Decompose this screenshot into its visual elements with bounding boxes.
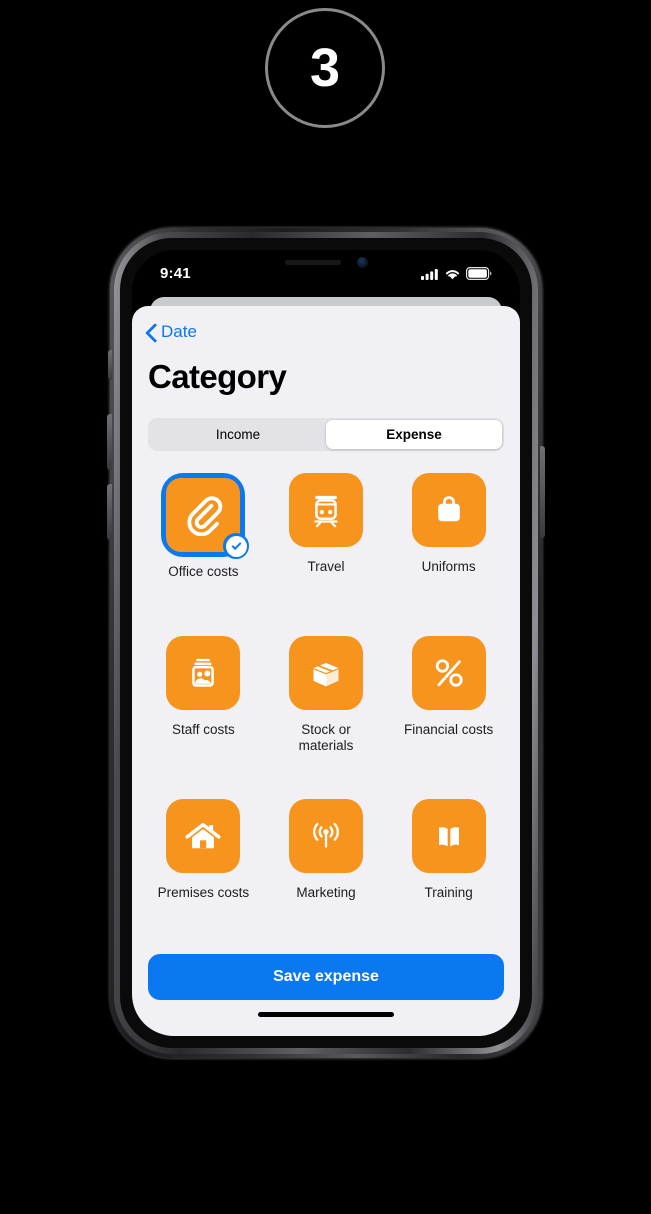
category-grid: Office costs Travel Uniforms Staff costs… (132, 451, 520, 954)
category-sheet: Date Category Income Expense Office cost… (132, 306, 520, 1036)
category-label: Training (424, 885, 473, 900)
category-label: Travel (307, 559, 345, 574)
category-label: Premises costs (157, 885, 250, 900)
category-tile-wrap[interactable] (411, 799, 486, 873)
volume-up-button[interactable] (107, 414, 112, 470)
category-item-office-costs[interactable]: Office costs (142, 465, 265, 628)
wifi-icon (445, 269, 460, 279)
save-expense-button[interactable]: Save expense (148, 954, 504, 1000)
category-tile-wrap[interactable] (166, 799, 241, 873)
category-label: Stock or materials (298, 722, 354, 753)
tab-expense[interactable]: Expense (326, 420, 502, 449)
power-button[interactable] (540, 446, 545, 538)
category-tile (288, 473, 363, 547)
check-icon (231, 539, 242, 550)
category-tile-wrap[interactable] (411, 473, 486, 547)
step-number-badge: 3 (265, 8, 385, 128)
category-item-stock-or-materials[interactable]: Stock or materials (265, 628, 388, 791)
category-item-training[interactable]: Training (387, 791, 510, 954)
category-label: Office costs (168, 564, 239, 579)
category-tile-wrap[interactable] (166, 636, 241, 710)
percent-icon (435, 659, 463, 687)
category-label: Staff costs (171, 722, 235, 737)
front-camera-icon (356, 257, 368, 268)
house-icon (185, 822, 221, 849)
category-tile-wrap[interactable] (288, 799, 363, 873)
earpiece-speaker-icon (284, 260, 341, 265)
chevron-left-icon (146, 323, 157, 342)
phone-screen: 9:41 Date Category Income Expense Office… (132, 250, 520, 1036)
phone-mockup: 9:41 Date Category Income Expense Office… (107, 228, 545, 1058)
category-tile-wrap[interactable] (411, 636, 486, 710)
category-label: Financial costs (404, 722, 494, 737)
status-bar-icons (421, 264, 492, 280)
category-tile (411, 636, 486, 710)
category-tile (288, 636, 363, 710)
page-title: Category (148, 358, 287, 395)
category-tile (166, 636, 241, 710)
category-item-uniforms[interactable]: Uniforms (387, 465, 510, 628)
income-expense-segmented-control[interactable]: Income Expense (148, 418, 504, 451)
tab-income[interactable]: Income (150, 420, 326, 449)
category-tile (411, 473, 486, 547)
step-number: 3 (309, 38, 341, 98)
apron-bag-icon (437, 496, 460, 522)
category-label: Marketing (296, 885, 356, 900)
people-icon (192, 658, 215, 687)
selected-check-badge (223, 533, 250, 559)
category-tile (411, 799, 486, 873)
broadcast-icon (313, 822, 339, 848)
category-item-marketing[interactable]: Marketing (265, 791, 388, 954)
category-item-travel[interactable]: Travel (265, 465, 388, 628)
paperclip-icon (187, 496, 223, 536)
footer: Save expense (132, 954, 520, 1036)
category-label: Uniforms (421, 559, 476, 574)
notch (240, 250, 412, 279)
silent-switch[interactable] (108, 350, 112, 380)
category-tile-wrap[interactable] (288, 473, 363, 547)
home-indicator (258, 1012, 394, 1017)
battery-icon (466, 267, 492, 280)
category-tile (288, 799, 363, 873)
category-item-premises-costs[interactable]: Premises costs (142, 791, 265, 954)
train-icon (314, 495, 338, 528)
cellular-signal-icon (421, 268, 438, 280)
screenshot-root: 3 9:41 Date Category Income Expense Offi… (0, 0, 651, 1214)
category-item-financial-costs[interactable]: Financial costs (387, 628, 510, 791)
back-button-label: Date (161, 322, 197, 341)
status-bar-time: 9:41 (160, 265, 191, 282)
back-button[interactable]: Date (132, 306, 520, 342)
check-badge-ring (225, 535, 247, 557)
category-item-staff-costs[interactable]: Staff costs (142, 628, 265, 791)
volume-down-button[interactable] (107, 484, 112, 540)
category-tile-selected[interactable] (161, 473, 250, 559)
category-tile (166, 799, 241, 873)
box-icon (313, 663, 339, 687)
category-tile-wrap[interactable] (288, 636, 363, 710)
open-book-icon (438, 827, 459, 847)
